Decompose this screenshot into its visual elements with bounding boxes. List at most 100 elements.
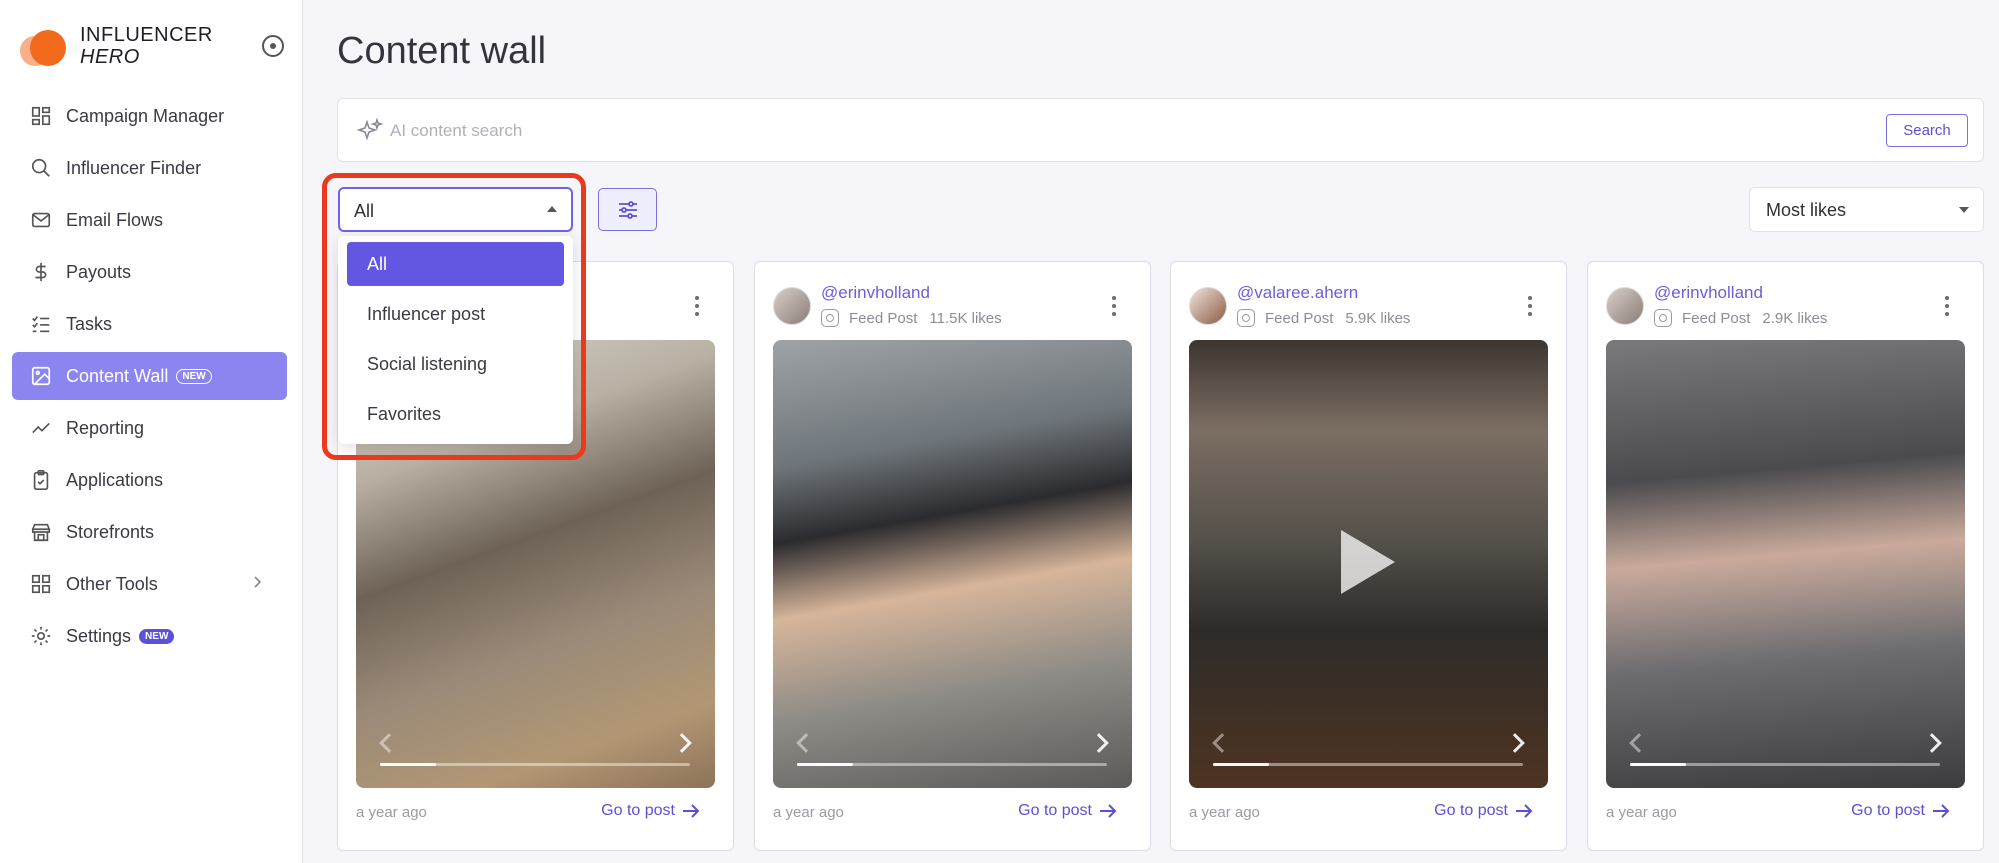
sidebar-item-label: Other Tools <box>66 573 158 594</box>
post-meta: Feed Post 11.5K likes <box>821 309 1002 327</box>
carousel-progress <box>1213 763 1523 766</box>
more-options-icon[interactable] <box>1945 296 1949 316</box>
sort-select[interactable]: Most likes <box>1749 187 1984 232</box>
new-badge: NEW <box>176 368 212 384</box>
content-card[interactable]: @valaree.ahern Feed Post 5.9K likes a ye… <box>1170 261 1567 851</box>
sidebar-item-settings[interactable]: Settings NEW <box>12 612 287 660</box>
creator-handle[interactable]: @erinvholland <box>1654 283 1763 303</box>
go-to-post-link[interactable]: Go to post <box>601 802 701 820</box>
post-time: a year ago <box>773 804 844 821</box>
search-icon <box>30 157 52 179</box>
prev-arrow-icon[interactable] <box>1629 733 1649 753</box>
go-to-post-link[interactable]: Go to post <box>1018 802 1118 820</box>
go-to-post-link[interactable]: Go to post <box>1434 802 1534 820</box>
influencer-hero-logo <box>20 26 66 66</box>
arrow-right-icon <box>683 804 700 818</box>
post-time: a year ago <box>356 804 427 821</box>
prev-arrow-icon[interactable] <box>379 733 399 753</box>
tools-grid-icon <box>30 573 52 595</box>
clipboard-icon <box>30 469 52 491</box>
sidebar-item-reporting[interactable]: Reporting <box>12 404 287 452</box>
post-media[interactable] <box>1606 340 1965 788</box>
post-likes: 2.9K likes <box>1762 309 1828 327</box>
sparkle-icon <box>356 117 384 141</box>
ai-search-bar: Search <box>337 98 1984 162</box>
avatar[interactable] <box>1189 287 1227 325</box>
sidebar-item-label: Reporting <box>66 417 145 438</box>
content-card[interactable]: @erinvholland Feed Post 11.5K likes a ye… <box>754 261 1151 851</box>
sidebar-item-other-tools[interactable]: Other Tools <box>12 560 287 608</box>
next-arrow-icon[interactable] <box>672 733 692 753</box>
more-options-icon[interactable] <box>1528 296 1532 316</box>
sidebar-item-content-wall[interactable]: Content Wall NEW <box>12 352 287 400</box>
avatar[interactable] <box>773 287 811 325</box>
avatar[interactable] <box>1606 287 1644 325</box>
brand-name: INFLUENCER HERO <box>80 24 213 68</box>
mail-icon <box>30 209 52 231</box>
sidebar-item-label: Settings <box>66 625 132 646</box>
sidebar-item-email-flows[interactable]: Email Flows <box>12 196 287 244</box>
annotation-highlight <box>322 173 586 460</box>
arrow-right-icon <box>1933 804 1950 818</box>
carousel-progress <box>1630 763 1940 766</box>
brand-line-2: HERO <box>80 46 140 68</box>
sidebar-item-label: Content Wall <box>66 365 169 386</box>
arrow-right-icon <box>1516 804 1533 818</box>
go-to-post-label: Go to post <box>1851 802 1925 819</box>
instagram-icon <box>1654 309 1672 327</box>
more-options-icon[interactable] <box>695 296 699 316</box>
filters-button[interactable] <box>598 188 657 231</box>
trend-icon <box>30 417 52 439</box>
sidebar: INFLUENCER HERO Campaign Manager Influen… <box>0 0 303 863</box>
sidebar-item-label: Applications <box>66 469 164 490</box>
sidebar-item-label: Storefronts <box>66 521 155 542</box>
carousel-progress <box>380 763 690 766</box>
go-to-post-label: Go to post <box>1018 802 1092 819</box>
post-type: Feed Post <box>1265 309 1334 327</box>
store-icon <box>30 521 52 543</box>
post-time: a year ago <box>1189 804 1260 821</box>
post-meta: Feed Post 5.9K likes <box>1237 309 1410 327</box>
go-to-post-label: Go to post <box>601 802 675 819</box>
new-badge: NEW <box>139 628 175 644</box>
play-icon[interactable] <box>1341 530 1395 594</box>
sidebar-item-applications[interactable]: Applications <box>12 456 287 504</box>
arrow-right-icon <box>1100 804 1117 818</box>
sort-selected: Most likes <box>1766 200 1847 220</box>
sliders-icon <box>619 201 637 219</box>
instagram-icon <box>1237 309 1255 327</box>
sidebar-item-payouts[interactable]: Payouts <box>12 248 287 296</box>
sidebar-item-tasks[interactable]: Tasks <box>12 300 287 348</box>
post-meta: Feed Post 2.9K likes <box>1654 309 1827 327</box>
content-card[interactable]: @erinvholland Feed Post 2.9K likes a yea… <box>1587 261 1984 851</box>
search-button[interactable]: Search <box>1886 114 1968 147</box>
next-arrow-icon[interactable] <box>1922 733 1942 753</box>
post-likes: 11.5K likes <box>929 309 1002 327</box>
gear-icon <box>30 625 52 647</box>
sidebar-item-campaign-manager[interactable]: Campaign Manager <box>12 92 287 140</box>
sidebar-item-influencer-finder[interactable]: Influencer Finder <box>12 144 287 192</box>
post-media[interactable] <box>773 340 1132 788</box>
post-type: Feed Post <box>849 309 918 327</box>
creator-handle[interactable]: @valaree.ahern <box>1237 283 1358 303</box>
post-type: Feed Post <box>1682 309 1751 327</box>
chevron-right-icon <box>254 576 262 588</box>
next-arrow-icon[interactable] <box>1505 733 1525 753</box>
prev-arrow-icon[interactable] <box>1212 733 1232 753</box>
post-likes: 5.9K likes <box>1345 309 1411 327</box>
sidebar-item-label: Tasks <box>66 313 113 334</box>
ai-search-input[interactable] <box>390 115 1690 147</box>
sidebar-item-storefronts[interactable]: Storefronts <box>12 508 287 556</box>
post-media[interactable] <box>1189 340 1548 788</box>
prev-arrow-icon[interactable] <box>796 733 816 753</box>
dollar-icon <box>30 261 52 283</box>
go-to-post-link[interactable]: Go to post <box>1851 802 1951 820</box>
caret-down-icon <box>1959 207 1969 213</box>
creator-handle[interactable]: @erinvholland <box>821 283 930 303</box>
more-options-icon[interactable] <box>1112 296 1116 316</box>
page-title: Content wall <box>337 30 547 72</box>
collapse-sidebar-button[interactable] <box>262 35 284 57</box>
sidebar-item-label: Payouts <box>66 261 132 282</box>
next-arrow-icon[interactable] <box>1089 733 1109 753</box>
brand[interactable]: INFLUENCER HERO <box>20 24 213 68</box>
